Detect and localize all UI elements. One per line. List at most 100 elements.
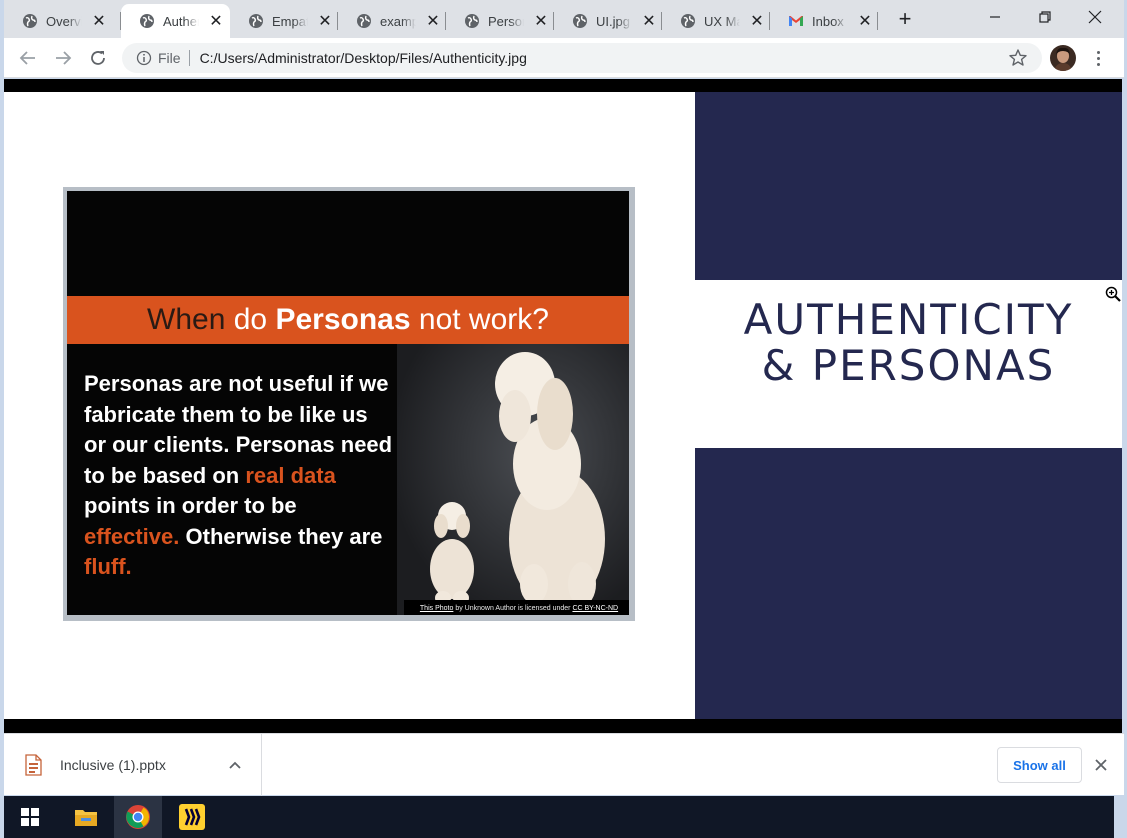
url-text: C:/Users/Administrator/Desktop/Files/Aut… xyxy=(199,50,527,66)
tab-personas[interactable]: Personas ✕ xyxy=(446,4,554,38)
reload-icon xyxy=(91,51,105,65)
tab-title: Inbox xyxy=(812,13,844,29)
tab-example[interactable]: example ✕ xyxy=(338,4,446,38)
miro-icon xyxy=(179,804,205,830)
slide-title-line2: & PERSONAS xyxy=(761,341,1056,390)
globe-icon xyxy=(140,14,154,28)
picture-content: When do Personas not work? Personas are … xyxy=(67,191,629,615)
tab-title: UX Ma xyxy=(704,13,740,29)
close-icon xyxy=(1088,10,1102,24)
close-tab-icon[interactable]: ✕ xyxy=(532,12,550,30)
image-viewer: AUTHENTICITY & PERSONAS When do Personas… xyxy=(4,79,1122,733)
tab-overview[interactable]: Overview ✕ xyxy=(4,4,121,38)
download-bar: Inclusive (1).pptx Show all xyxy=(4,733,1124,796)
body-text-2: points in order to be xyxy=(84,493,297,518)
file-chip: File xyxy=(158,50,181,66)
windows-logo-icon xyxy=(21,808,39,826)
folder-icon xyxy=(75,810,97,826)
file-explorer-button[interactable] xyxy=(62,796,110,838)
close-tab-icon[interactable]: ✕ xyxy=(640,12,658,30)
banner-personas: Personas xyxy=(275,303,411,336)
browser-menu-button[interactable] xyxy=(1088,48,1108,68)
minimize-icon xyxy=(990,16,1000,18)
forward-button[interactable] xyxy=(51,46,75,70)
minimize-button[interactable] xyxy=(972,4,1018,30)
picture-body-text: Personas are not useful if we fabricate … xyxy=(84,369,394,583)
credit-text: by Unknown Author is licensed under xyxy=(453,605,573,612)
bookmark-star-icon[interactable] xyxy=(1008,48,1028,68)
new-tab-button[interactable]: + xyxy=(894,8,916,30)
tab-inbox[interactable]: Inbox ✕ xyxy=(770,4,878,38)
tab-title: Personas xyxy=(488,13,524,29)
arrow-right-icon xyxy=(56,51,72,65)
credit-license-link[interactable]: CC BY-NC-ND xyxy=(572,605,618,612)
address-bar[interactable]: File C:/Users/Administrator/Desktop/File… xyxy=(122,43,1042,73)
profile-avatar[interactable] xyxy=(1050,45,1076,71)
body-highlight-3: fluff. xyxy=(84,554,132,579)
download-item[interactable]: Inclusive (1).pptx xyxy=(4,734,262,796)
close-tab-icon[interactable]: ✕ xyxy=(424,12,442,30)
restore-button[interactable] xyxy=(1022,4,1068,30)
globe-icon xyxy=(23,14,37,28)
banner-rest: not work? xyxy=(418,303,549,336)
restore-icon xyxy=(1039,11,1051,23)
arrow-left-icon xyxy=(19,51,35,65)
close-tab-icon[interactable]: ✕ xyxy=(207,12,225,30)
back-button[interactable] xyxy=(16,46,40,70)
tab-title: Authenticity xyxy=(163,13,199,29)
globe-icon xyxy=(357,14,371,28)
slide-title-line1: AUTHENTICITY xyxy=(743,295,1074,344)
body-text-3: Otherwise they are xyxy=(179,523,383,549)
browser-toolbar: File C:/Users/Administrator/Desktop/File… xyxy=(4,38,1124,78)
body-text-1: Personas are not useful if we fabricate … xyxy=(84,371,393,488)
show-all-button[interactable]: Show all xyxy=(997,747,1082,783)
globe-icon xyxy=(465,14,479,28)
info-icon[interactable] xyxy=(136,50,152,66)
miro-button[interactable] xyxy=(168,796,216,838)
windows-taskbar xyxy=(4,796,1114,838)
persona-picture: When do Personas not work? Personas are … xyxy=(63,187,635,621)
slide-image[interactable]: AUTHENTICITY & PERSONAS When do Personas… xyxy=(4,92,1122,719)
chrome-button[interactable] xyxy=(114,796,162,838)
tab-title: Empathy xyxy=(272,13,308,29)
body-highlight-1: real data xyxy=(245,462,336,488)
close-tab-icon[interactable]: ✕ xyxy=(856,12,874,30)
body-highlight-2: effective. xyxy=(84,523,180,549)
globe-icon xyxy=(681,14,695,28)
screen: Overview ✕ Authenticity ✕ Empathy ✕ exam… xyxy=(0,0,1127,838)
close-tab-icon[interactable]: ✕ xyxy=(316,12,334,30)
tab-authenticity[interactable]: Authenticity ✕ xyxy=(121,4,230,38)
slide-title: AUTHENTICITY & PERSONAS xyxy=(695,297,1122,389)
credit-photo-link[interactable]: This Photo xyxy=(420,605,453,612)
reload-button[interactable] xyxy=(86,46,110,70)
download-file-name: Inclusive (1).pptx xyxy=(60,757,166,773)
navy-band-bottom xyxy=(695,448,1122,719)
close-tab-icon[interactable]: ✕ xyxy=(748,12,766,30)
tab-ui-jpg[interactable]: UI.jpg ✕ xyxy=(554,4,662,38)
chip-divider xyxy=(188,50,190,66)
tab-empathy[interactable]: Empathy ✕ xyxy=(230,4,338,38)
picture-banner: When do Personas not work? xyxy=(67,296,629,344)
globe-icon xyxy=(573,14,587,28)
tab-separator xyxy=(877,12,878,30)
pptx-file-icon xyxy=(25,754,42,776)
globe-icon xyxy=(249,14,263,28)
tab-title: example xyxy=(380,13,416,29)
close-window-button[interactable] xyxy=(1072,4,1118,30)
poodles-illustration xyxy=(430,352,605,609)
start-button[interactable] xyxy=(6,796,54,838)
close-tab-icon[interactable]: ✕ xyxy=(90,12,108,30)
poodles-photo xyxy=(397,344,629,615)
banner-do: do xyxy=(233,303,268,336)
tab-strip: Overview ✕ Authenticity ✕ Empathy ✕ exam… xyxy=(4,0,1124,38)
tab-ux-ma[interactable]: UX Ma ✕ xyxy=(662,4,770,38)
gmail-icon xyxy=(789,16,803,26)
zoom-in-cursor-icon xyxy=(1105,286,1121,302)
navy-band-top xyxy=(695,92,1122,280)
tab-title: UI.jpg xyxy=(596,13,630,29)
banner-when: When xyxy=(147,303,226,336)
chrome-icon xyxy=(126,805,150,829)
close-icon[interactable] xyxy=(1090,754,1112,776)
chevron-up-icon[interactable] xyxy=(226,756,244,774)
tab-title: Overview xyxy=(46,13,82,29)
